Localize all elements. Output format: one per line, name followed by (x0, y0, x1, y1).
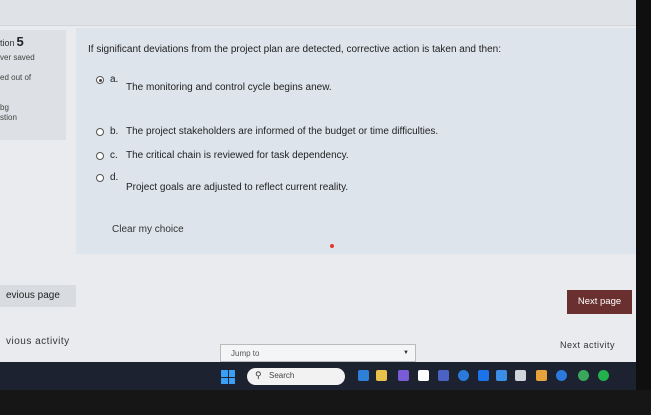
chevron-down-icon: ▼ (403, 350, 409, 356)
store-icon[interactable] (496, 370, 507, 381)
search-label: Search (269, 371, 295, 380)
app-icon[interactable] (438, 370, 449, 381)
question-prompt: If significant deviations from the proje… (88, 44, 502, 55)
next-page-button[interactable]: Next page (567, 290, 632, 314)
option-b[interactable]: b. The project stakeholders are informed… (96, 126, 438, 137)
option-c[interactable]: c. The critical chain is reviewed for ta… (96, 150, 349, 161)
question-number: 5 (16, 34, 24, 49)
option-letter: c. (110, 150, 118, 161)
option-a[interactable]: a. The monitoring and control cycle begi… (96, 74, 332, 93)
radio-a[interactable] (96, 76, 104, 84)
clear-choice-link[interactable]: Clear my choice (112, 224, 184, 235)
browser-screen: tion 5 ver saved ed out of bg stion If si… (0, 0, 636, 362)
option-text: The critical chain is reviewed for task … (126, 150, 349, 161)
option-text: The project stakeholders are informed of… (126, 126, 439, 137)
chrome-icon[interactable] (578, 370, 589, 381)
taskbar: ⚲ Search (0, 362, 636, 390)
option-letter: b. (110, 126, 119, 137)
top-strip (0, 0, 636, 26)
taskbar-search[interactable]: ⚲ Search (247, 368, 345, 385)
radio-c[interactable] (96, 152, 104, 160)
question-panel: If significant deviations from the proje… (76, 28, 636, 254)
windows-start-icon[interactable] (221, 370, 235, 384)
cursor-dot (330, 244, 334, 248)
question-info-panel: tion 5 ver saved ed out of bg stion (0, 30, 66, 140)
option-letter: a. (110, 74, 119, 85)
screen-bezel-right (636, 0, 651, 415)
previous-page-button[interactable]: evious page (0, 285, 76, 307)
save-status: ver saved (0, 53, 35, 62)
explorer-icon[interactable] (536, 370, 547, 381)
flag-label-2[interactable]: stion (0, 113, 66, 123)
option-letter: d. (110, 172, 119, 183)
files-icon[interactable] (418, 370, 429, 381)
screen-bezel-bottom (0, 390, 651, 415)
calculator-icon[interactable] (515, 370, 526, 381)
radio-b[interactable] (96, 128, 104, 136)
question-label: tion (0, 38, 15, 48)
browser-icon[interactable] (556, 370, 567, 381)
flag-label-1[interactable]: bg (0, 103, 66, 113)
next-activity-link[interactable]: Next activity (560, 340, 615, 350)
teams-icon[interactable] (398, 370, 409, 381)
option-d[interactable]: d. Project goals are adjusted to reflect… (96, 172, 348, 193)
jump-to-select[interactable]: Jump to ▼ (220, 344, 416, 362)
folder-icon[interactable] (376, 370, 387, 381)
search-icon: ⚲ (255, 370, 262, 380)
widgets-icon[interactable] (358, 370, 369, 381)
option-text: The monitoring and control cycle begins … (126, 82, 332, 93)
settings-icon[interactable] (478, 370, 489, 381)
marks-label: ed out of (0, 73, 32, 82)
question-number-label: tion 5 (0, 34, 66, 49)
option-text: Project goals are adjusted to reflect cu… (126, 182, 349, 193)
jump-to-placeholder: Jump to (231, 349, 260, 358)
whatsapp-icon[interactable] (598, 370, 609, 381)
edge-icon[interactable] (458, 370, 469, 381)
radio-d[interactable] (96, 174, 104, 182)
previous-activity-link[interactable]: vious activity (6, 336, 70, 347)
